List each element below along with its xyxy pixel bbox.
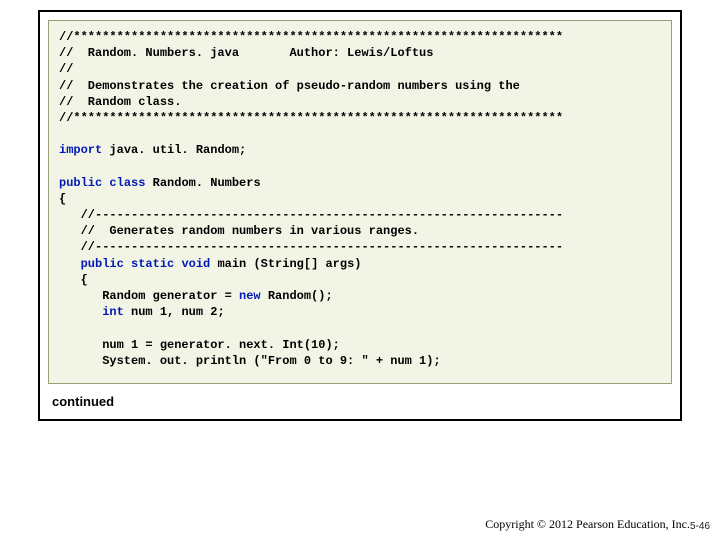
keyword-new: new (239, 289, 261, 303)
code-line: { (59, 192, 66, 206)
code-line: // (59, 62, 73, 76)
code-line: //--------------------------------------… (59, 240, 563, 254)
code-line: num 1 = generator. next. Int(10); (59, 338, 340, 352)
continued-note: continued (40, 392, 680, 419)
keyword-void: void (181, 257, 210, 271)
keyword-public: public (59, 257, 124, 271)
code-line: //--------------------------------------… (59, 208, 563, 222)
code-line (59, 321, 66, 335)
code-text (124, 257, 131, 271)
code-text: Random. Numbers (145, 176, 260, 190)
code-line: //**************************************… (59, 111, 563, 125)
code-line: // Random class. (59, 95, 181, 109)
code-text: main (String[] args) (210, 257, 361, 271)
code-line: //**************************************… (59, 30, 563, 44)
code-line: System. out. println ("From 0 to 9: " + … (59, 354, 441, 368)
code-text: Random generator = (59, 289, 239, 303)
keyword-import: import (59, 143, 102, 157)
keyword-class: class (109, 176, 145, 190)
slide-frame: //**************************************… (38, 10, 682, 421)
code-line: // Demonstrates the creation of pseudo-r… (59, 79, 520, 93)
keyword-int: int (102, 305, 124, 319)
code-text: num 1, num 2; (124, 305, 225, 319)
keyword-static: static (131, 257, 174, 271)
code-line: { (59, 273, 88, 287)
code-text (59, 305, 102, 319)
code-line: // Generates random numbers in various r… (59, 224, 419, 238)
copyright-text: Copyright © 2012 Pearson Education, Inc. (485, 517, 690, 532)
code-text: java. util. Random; (102, 143, 246, 157)
code-line: // Random. Numbers. java Author: Lewis/L… (59, 46, 433, 60)
page-number: 5-46 (690, 521, 710, 532)
code-text: Random(); (261, 289, 333, 303)
code-block: //**************************************… (48, 20, 672, 384)
keyword-public: public (59, 176, 102, 190)
